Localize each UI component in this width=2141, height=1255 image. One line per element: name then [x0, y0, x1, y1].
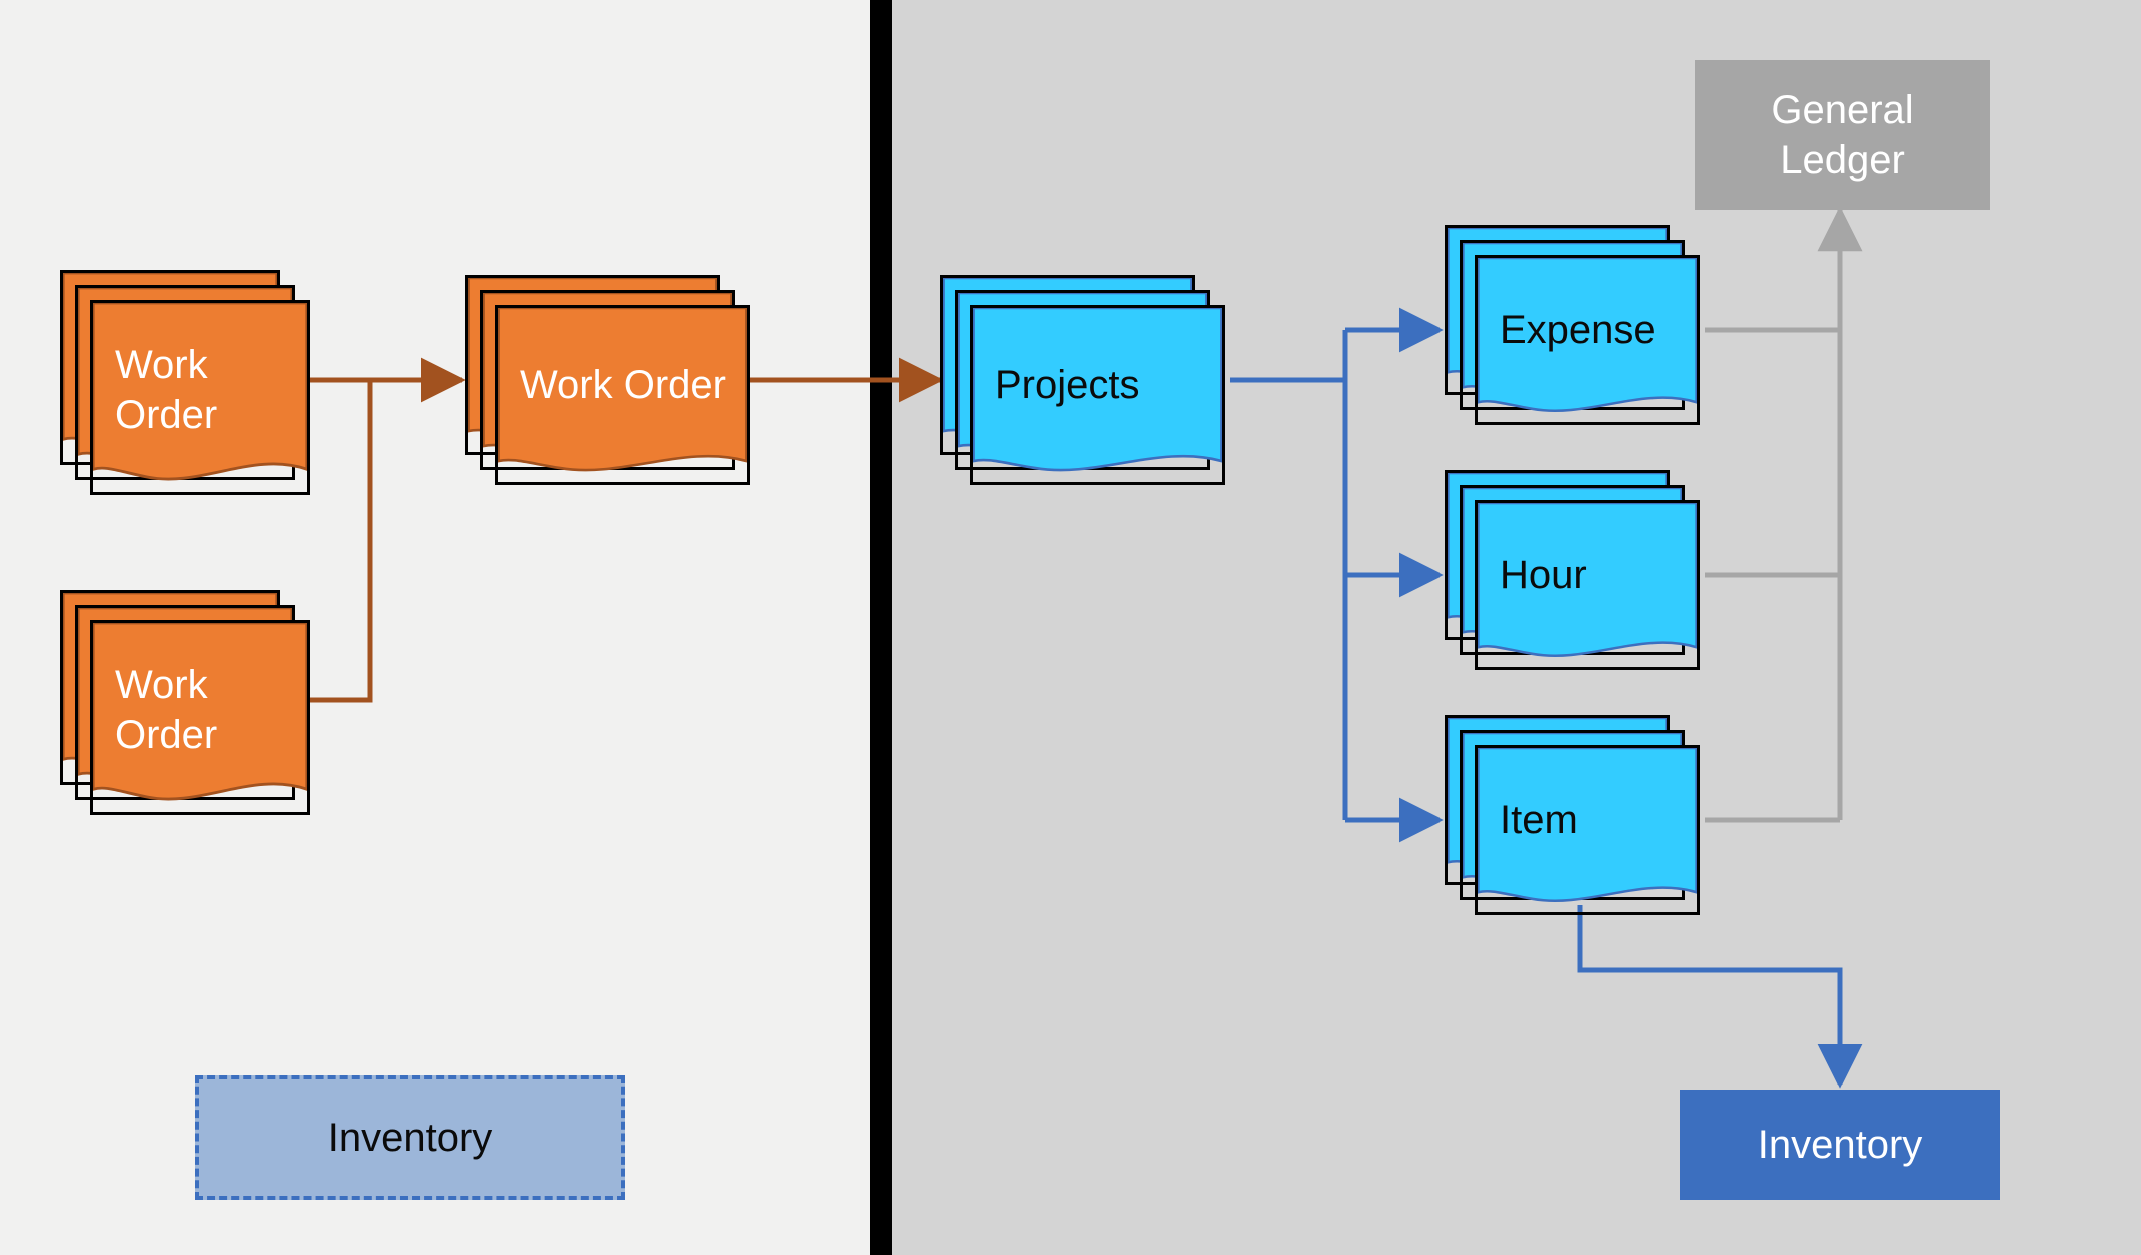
inventory-dashed-box: Inventory: [195, 1075, 625, 1200]
inventory-dashed-label: Inventory: [328, 1113, 493, 1163]
expense-stack: Expense: [1445, 225, 1705, 425]
work-order-stack-bottom: Work Order: [60, 590, 310, 815]
hour-stack: Hour: [1445, 470, 1705, 670]
expense-label: Expense: [1500, 305, 1687, 355]
work-order-mid-label: Work Order: [520, 360, 737, 410]
projects-label: Projects: [995, 360, 1212, 410]
work-order-stack-top: Work Order: [60, 270, 310, 495]
item-stack: Item: [1445, 715, 1705, 915]
work-order-top-label: Work Order: [115, 340, 297, 440]
projects-stack: Projects: [940, 275, 1230, 485]
diagram-stage: Work Order Work Order Work Order Invento…: [0, 0, 2141, 1255]
general-ledger-label: General Ledger: [1715, 85, 1970, 185]
inventory-label: Inventory: [1758, 1120, 1923, 1170]
inventory-box: Inventory: [1680, 1090, 2000, 1200]
item-label: Item: [1500, 795, 1687, 845]
general-ledger-box: General Ledger: [1695, 60, 1990, 210]
hour-label: Hour: [1500, 550, 1687, 600]
panel-divider: [870, 0, 892, 1255]
work-order-bottom-label: Work Order: [115, 660, 297, 760]
work-order-stack-mid: Work Order: [465, 275, 750, 485]
